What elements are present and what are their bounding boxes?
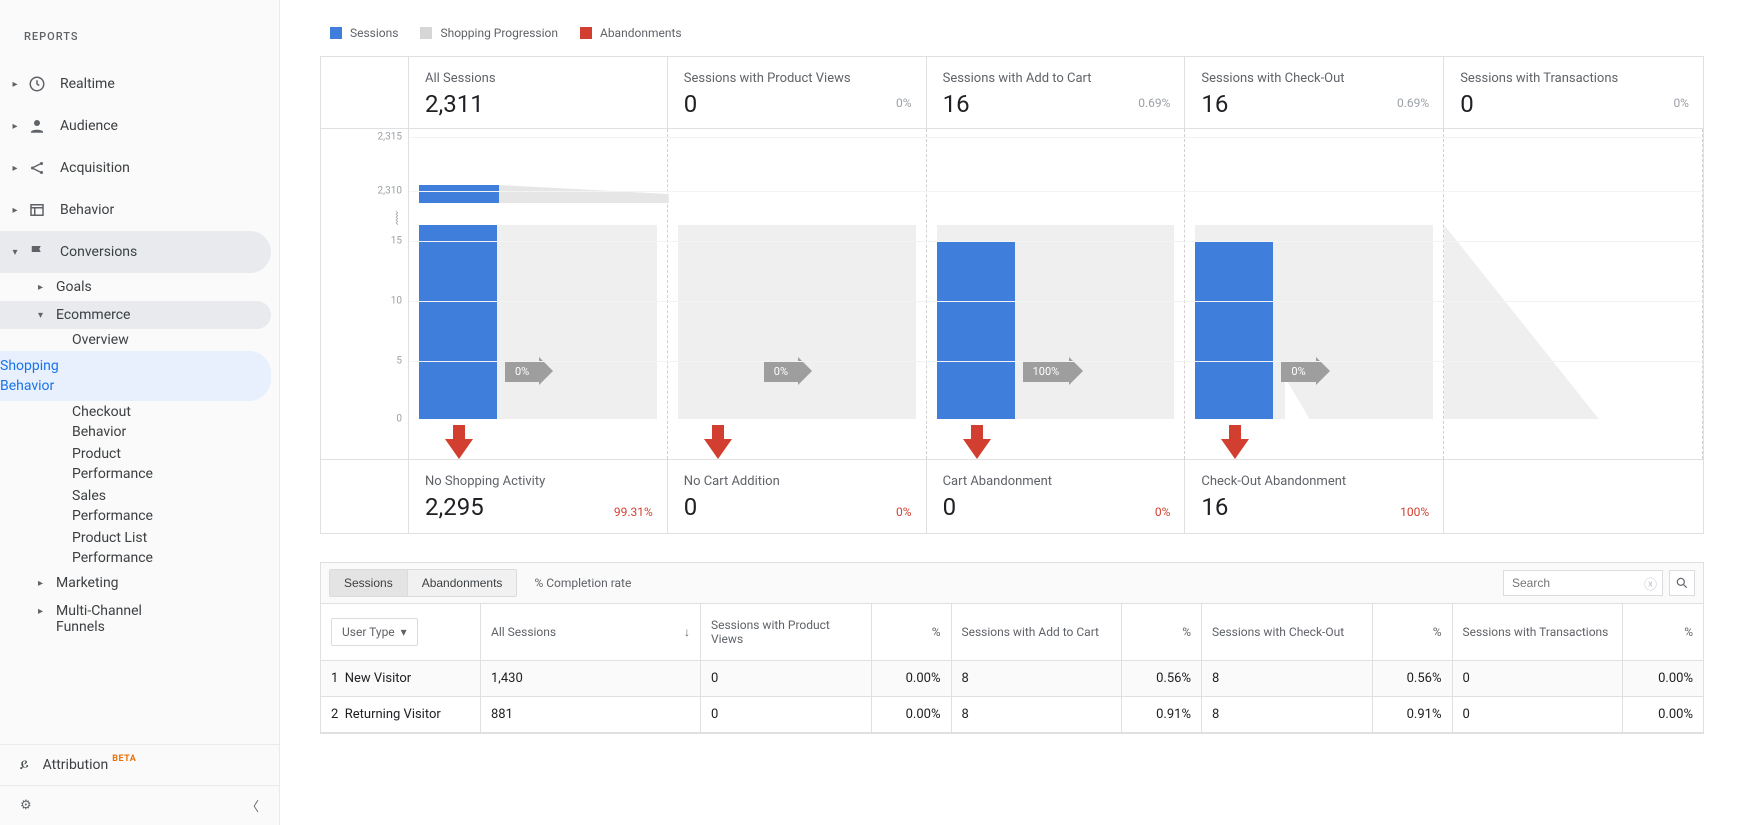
chevron-right-icon: ▸ — [38, 578, 50, 589]
label: Multi-Channel Funnels — [56, 603, 176, 635]
leaf-checkout-behavior[interactable]: Checkout Behavior — [72, 401, 182, 443]
th-add-to-cart[interactable]: Sessions with Add to Cart — [952, 604, 1123, 660]
table-row[interactable]: 1 New Visitor 1,430 0 0.00% 8 0.56% 8 0.… — [321, 661, 1703, 697]
funnel-head-4[interactable]: Sessions with Check-Out 16 0.69% — [1185, 57, 1444, 129]
th-pct-3[interactable]: % — [1373, 604, 1453, 660]
funnel-foot-3[interactable]: Cart Abandonment 0 0% — [927, 459, 1186, 534]
beta-badge: BETA — [112, 754, 136, 764]
chevron-right-icon: ▸ — [8, 121, 22, 132]
th-transactions[interactable]: Sessions with Transactions — [1453, 604, 1624, 660]
leaf-product-performance[interactable]: Product Performance — [72, 443, 182, 485]
leaf-shopping-behavior[interactable]: Shopping Behavior — [0, 355, 110, 397]
funnel-head-3[interactable]: Sessions with Add to Cart 16 0.69% — [927, 57, 1186, 129]
axis-break-icon: ⦚ — [395, 209, 399, 230]
axis-tick: 10 — [391, 296, 402, 307]
axis-tick: 0 — [396, 414, 402, 425]
funnel-foot-1[interactable]: No Shopping Activity 2,295 99.31% — [409, 459, 668, 534]
sidebar-sub-marketing[interactable]: ▸ Marketing — [56, 569, 279, 597]
funnel-head-5[interactable]: Sessions with Transactions 0 0% — [1444, 57, 1703, 129]
label: Goals — [56, 279, 92, 295]
chevron-down-icon: ▾ — [401, 625, 407, 639]
label: Attribution — [43, 757, 109, 773]
chevron-down-icon: ▾ — [38, 310, 50, 321]
funnel-col-2: 0% — [668, 129, 927, 459]
tab-completion-rate[interactable]: % Completion rate — [534, 576, 631, 590]
funnel-foot-4[interactable]: Check-Out Abandonment 16 100% — [1185, 459, 1444, 534]
sidebar-sub-goals[interactable]: ▸ Goals — [56, 273, 279, 301]
th-pct-4[interactable]: % — [1623, 604, 1703, 660]
leaf-sales-performance[interactable]: Sales Performance — [72, 485, 182, 527]
reports-heading: REPORTS — [0, 20, 279, 63]
table-row[interactable]: 2 Returning Visitor 881 0 0.00% 8 0.91% … — [321, 697, 1703, 733]
axis-tick: 5 — [396, 356, 402, 367]
tab-sessions[interactable]: Sessions — [329, 569, 408, 597]
leaf-product-list-performance[interactable]: Product List Performance — [72, 527, 182, 569]
funnel-col-1: 0% — [409, 129, 668, 459]
gear-icon[interactable]: ⚙ — [20, 798, 32, 813]
sidebar-item-conversions[interactable]: ▾ Conversions — [0, 231, 271, 273]
tab-abandonments[interactable]: Abandonments — [407, 569, 518, 597]
th-product-views[interactable]: Sessions with Product Views — [701, 604, 872, 660]
search-button[interactable] — [1669, 570, 1695, 596]
funnel-col-4: 0% — [1185, 129, 1444, 459]
chevron-right-icon: ▸ — [38, 282, 50, 293]
data-table: Sessions Abandonments % Completion rate … — [320, 562, 1704, 734]
label: Behavior — [60, 202, 114, 218]
person-icon — [26, 115, 48, 137]
sidebar: REPORTS ▸ Realtime ▸ Audience ▸ Acquisit… — [0, 0, 280, 825]
sidebar-item-audience[interactable]: ▸ Audience — [0, 105, 271, 147]
abandonment-arrow-icon — [445, 439, 473, 459]
clear-icon[interactable]: ⓧ — [1644, 574, 1657, 593]
clock-icon — [26, 73, 48, 95]
th-check-out[interactable]: Sessions with Check-Out — [1202, 604, 1373, 660]
sidebar-attribution[interactable]: ይ Attribution BETA — [0, 745, 279, 785]
label: Marketing — [56, 575, 119, 591]
sidebar-item-realtime[interactable]: ▸ Realtime — [0, 63, 271, 105]
label: Ecommerce — [56, 307, 130, 323]
chevron-right-icon: ▸ — [8, 79, 22, 90]
legend-abandonments: Abandonments — [580, 26, 682, 40]
sidebar-sub-mcf[interactable]: ▸ Multi-Channel Funnels — [56, 597, 279, 641]
label: Conversions — [60, 244, 137, 260]
chevron-right-icon: ▸ — [8, 205, 22, 216]
axis-tick: 2,310 — [378, 186, 402, 197]
label: Realtime — [60, 76, 115, 92]
funnel-col-3: 100% — [927, 129, 1186, 459]
chart-legend: Sessions Shopping Progression Abandonmen… — [320, 0, 1704, 56]
leaf-overview[interactable]: Overview — [72, 329, 279, 351]
legend-sessions: Sessions — [330, 26, 398, 40]
funnel-chart: All Sessions 2,311 Sessions with Product… — [320, 56, 1704, 534]
abandonment-arrow-icon — [963, 439, 991, 459]
sidebar-sub-ecommerce[interactable]: ▾ Ecommerce — [56, 301, 271, 329]
th-pct-2[interactable]: % — [1122, 604, 1202, 660]
flag-icon — [26, 241, 48, 263]
th-pct-1[interactable]: % — [872, 604, 952, 660]
funnel-col-5 — [1444, 129, 1703, 459]
funnel-head-2[interactable]: Sessions with Product Views 0 0% — [668, 57, 927, 129]
sort-down-icon: ↓ — [684, 625, 690, 639]
chevron-left-icon[interactable]: 〈 — [246, 796, 259, 815]
chevron-right-icon: ▸ — [38, 606, 50, 617]
th-user-type[interactable]: User Type▾ — [321, 604, 481, 660]
label: Acquisition — [60, 160, 130, 176]
sidebar-item-behavior[interactable]: ▸ Behavior — [0, 189, 271, 231]
search-input[interactable] — [1503, 570, 1663, 596]
axis-tick: 15 — [391, 236, 402, 247]
layout-icon — [26, 199, 48, 221]
funnel-foot-2[interactable]: No Cart Addition 0 0% — [668, 459, 927, 534]
chevron-down-icon: ▾ — [8, 247, 22, 258]
abandonment-arrow-icon — [1221, 439, 1249, 459]
label: Audience — [60, 118, 118, 134]
share-icon — [26, 157, 48, 179]
legend-progression: Shopping Progression — [420, 26, 558, 40]
axis-tick: 2,315 — [378, 132, 402, 143]
main-content: Sessions Shopping Progression Abandonmen… — [280, 0, 1744, 825]
abandonment-arrow-icon — [704, 439, 732, 459]
chevron-right-icon: ▸ — [8, 163, 22, 174]
attribution-icon: ይ — [20, 757, 29, 773]
th-all-sessions[interactable]: All Sessions↓ — [481, 604, 701, 660]
sidebar-item-acquisition[interactable]: ▸ Acquisition — [0, 147, 271, 189]
funnel-head-1[interactable]: All Sessions 2,311 — [409, 57, 668, 129]
